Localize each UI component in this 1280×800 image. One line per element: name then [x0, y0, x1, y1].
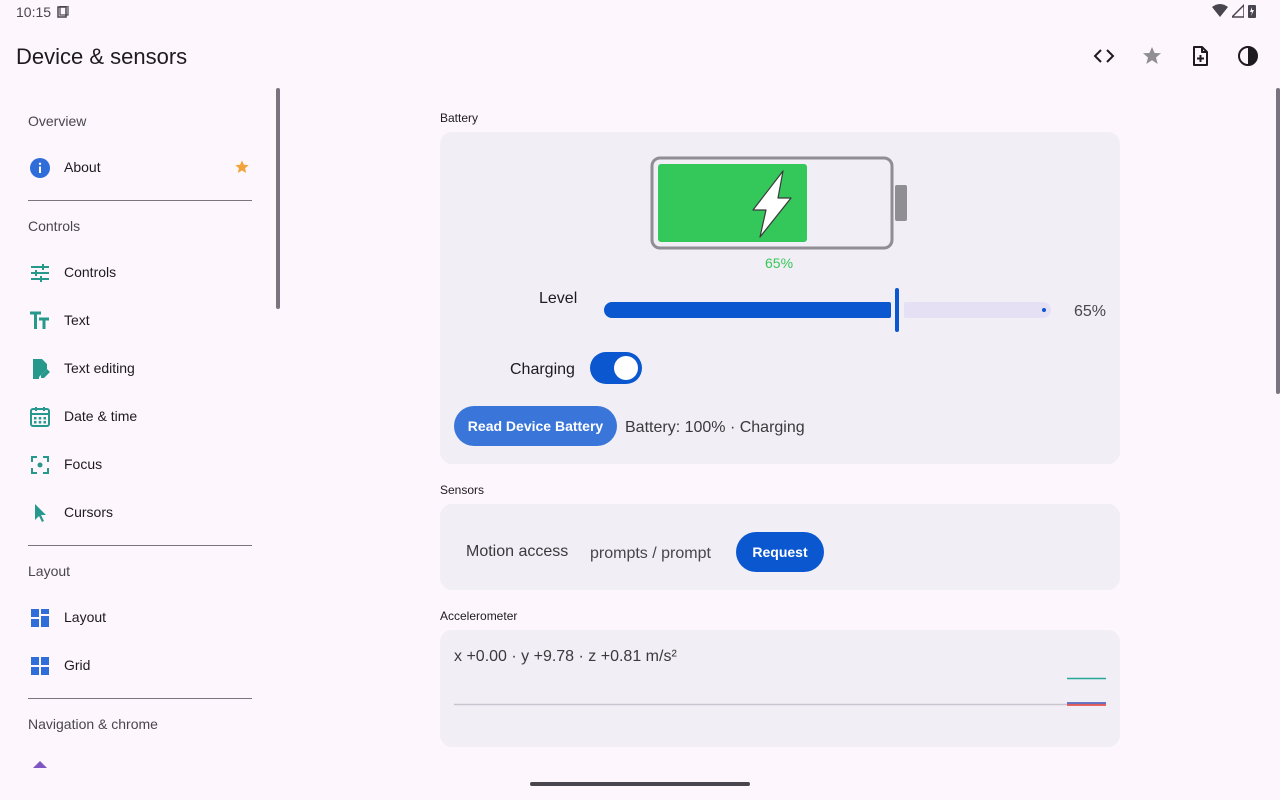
level-slider-inactive-track[interactable]: [903, 302, 1051, 318]
level-slider-handle[interactable]: [894, 288, 899, 332]
battery-status-icon: [1248, 5, 1256, 18]
battery-read-result: Battery: 100% · Charging: [625, 419, 805, 436]
sidebar-scrollbar[interactable]: [276, 88, 280, 309]
sidebar-item-focus[interactable]: Focus: [16, 441, 264, 489]
section-header-layout: Layout: [28, 563, 71, 579]
divider: [28, 200, 252, 201]
level-slider-stop-dot: [1042, 308, 1046, 312]
accelerometer-graph: [454, 677, 1106, 706]
sidebar-item-partial[interactable]: [16, 747, 264, 768]
sidebar-item-label: Date & time: [64, 408, 138, 424]
sidebar-item-label: Layout: [64, 609, 107, 625]
sidebar-item-label: Controls: [64, 264, 117, 280]
dashboard-icon: [28, 606, 52, 630]
cursor-icon: [28, 501, 52, 525]
sidebar-item-cursors[interactable]: Cursors: [16, 489, 264, 537]
sidebar-item-about[interactable]: About: [16, 144, 264, 192]
battery-graphic: [650, 156, 907, 250]
sidebar-item-text[interactable]: Text: [16, 297, 264, 345]
accelerometer-readout: x +0.00 · y +9.78 · z +0.81 m/s²: [454, 648, 677, 665]
diamond-icon: [28, 759, 52, 768]
info-icon: [28, 156, 52, 180]
sidebar-item-date-time[interactable]: Date & time: [16, 393, 264, 441]
calendar-icon: [28, 405, 52, 429]
home-indicator[interactable]: [530, 782, 750, 786]
sidebar: Overview About Controls Controls Text Te…: [0, 88, 280, 768]
sidebar-item-label: Grid: [64, 657, 91, 673]
section-header-navigation: Navigation & chrome: [28, 716, 158, 732]
sidebar-item-label: Text editing: [64, 360, 135, 376]
wifi-icon: [1212, 4, 1228, 17]
section-header-overview: Overview: [28, 113, 87, 129]
notification-icon: [57, 5, 69, 23]
text-fields-icon: [28, 309, 52, 333]
divider: [28, 545, 252, 546]
accelerometer-section-label: Accelerometer: [440, 609, 518, 623]
status-icons: [1212, 4, 1256, 18]
content-scrollbar[interactable]: [1276, 88, 1280, 394]
code-icon[interactable]: [1092, 44, 1116, 68]
status-time: 10:15: [16, 4, 52, 20]
sidebar-item-layout[interactable]: Layout: [16, 594, 264, 642]
charging-switch-thumb: [614, 356, 638, 380]
motion-access-status: prompts / prompt: [590, 545, 711, 562]
divider: [28, 698, 252, 699]
favorite-star-icon: [234, 159, 250, 180]
request-button[interactable]: Request: [736, 532, 824, 572]
status-bar: 10:15: [0, 0, 1280, 24]
tune-icon: [28, 261, 52, 285]
section-header-controls: Controls: [28, 218, 81, 234]
sensors-section-label: Sensors: [440, 483, 485, 497]
level-slider-active-track[interactable]: [604, 302, 891, 318]
sidebar-item-text-editing[interactable]: Text editing: [16, 345, 264, 393]
level-slider-value: 65%: [1074, 303, 1107, 320]
level-label: Level: [539, 290, 578, 307]
signal-icon: [1232, 4, 1244, 18]
battery-section-label: Battery: [440, 111, 479, 125]
motion-access-label: Motion access: [466, 543, 569, 560]
charging-switch[interactable]: [590, 352, 642, 384]
sidebar-item-label: Focus: [64, 456, 103, 472]
sidebar-item-grid[interactable]: Grid: [16, 642, 264, 690]
star-icon[interactable]: [1140, 44, 1164, 68]
edit-document-icon: [28, 357, 52, 381]
page-title: Device & sensors: [16, 44, 188, 69]
contrast-icon[interactable]: [1236, 44, 1260, 68]
focus-icon: [28, 453, 52, 477]
grid-icon: [28, 654, 52, 678]
sidebar-item-label: Cursors: [64, 504, 114, 520]
battery-percent-label: 65%: [765, 255, 794, 271]
charging-label: Charging: [510, 361, 575, 378]
sidebar-item-label: Text: [64, 312, 90, 328]
add-document-icon[interactable]: [1188, 44, 1212, 68]
read-device-battery-button[interactable]: Read Device Battery: [454, 406, 617, 446]
sidebar-item-label: About: [64, 159, 101, 175]
sidebar-item-controls[interactable]: Controls: [16, 249, 264, 297]
